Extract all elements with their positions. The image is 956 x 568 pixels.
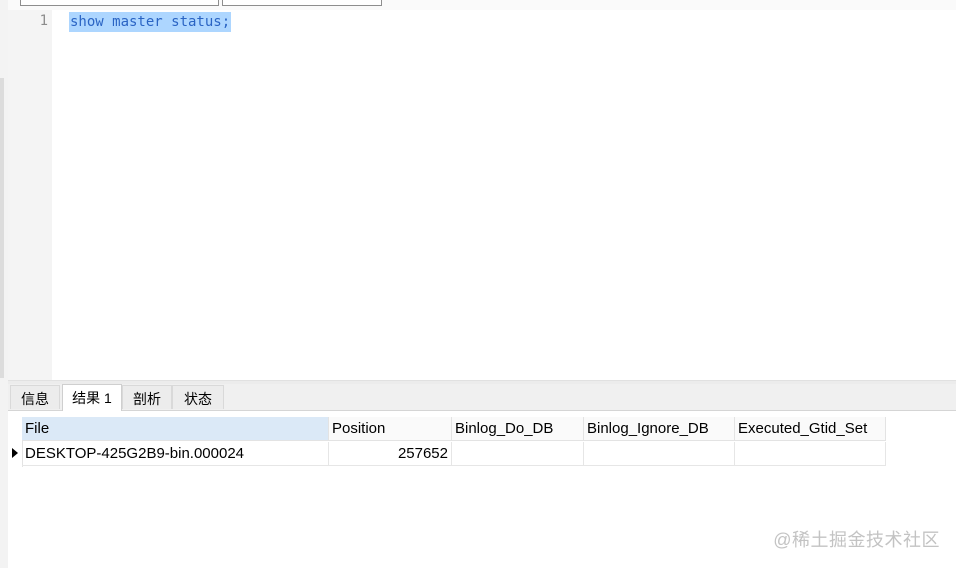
cell-executed-gtid-set[interactable]	[735, 442, 886, 466]
watermark-text: @稀土掘金技术社区	[773, 530, 940, 550]
column-header-file[interactable]: File	[22, 417, 329, 441]
sql-editor[interactable]: 1 show master status;	[8, 10, 956, 380]
cell-position[interactable]: 257652	[329, 442, 452, 466]
cell-binlog-ignore-db[interactable]	[584, 442, 735, 466]
left-scroll-marker	[0, 78, 4, 378]
database-dropdown[interactable]	[222, 0, 382, 6]
cell-binlog-do-db[interactable]	[452, 442, 584, 466]
tab-info[interactable]: 信息	[10, 385, 60, 409]
left-edge-strip	[0, 0, 8, 568]
line-number: 1	[39, 13, 48, 29]
column-header-binlog-do-db[interactable]: Binlog_Do_DB	[452, 417, 584, 441]
top-toolbar	[8, 0, 956, 10]
row-indicator-column	[8, 417, 23, 467]
tab-status[interactable]: 状态	[172, 385, 224, 409]
cell-file[interactable]: DESKTOP-425G2B9-bin.000024	[22, 442, 329, 466]
column-header-executed-gtid-set[interactable]: Executed_Gtid_Set	[735, 417, 886, 441]
result-tabs: 信息 结果 1 剖析 状态	[8, 384, 956, 411]
current-row-arrow-icon	[12, 448, 18, 458]
connection-dropdown[interactable]	[20, 0, 219, 6]
line-number-gutter: 1	[8, 10, 52, 380]
tab-profile[interactable]: 剖析	[122, 385, 172, 409]
sql-code-line[interactable]: show master status;	[69, 12, 232, 32]
tab-result-1[interactable]: 结果 1	[62, 384, 122, 411]
column-header-binlog-ignore-db[interactable]: Binlog_Ignore_DB	[584, 417, 735, 441]
column-header-position[interactable]: Position	[329, 417, 452, 441]
